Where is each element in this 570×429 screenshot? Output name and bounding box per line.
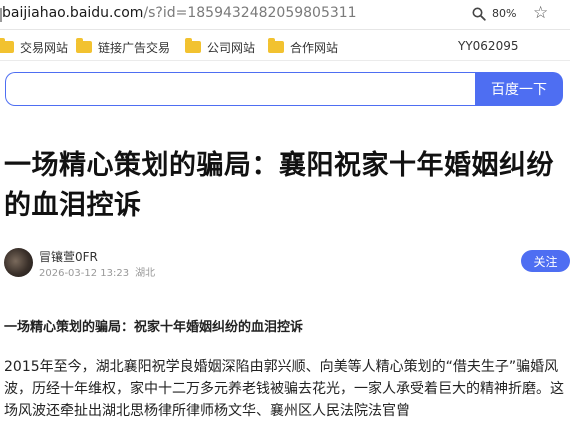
bookmark-label: 交易网站 bbox=[20, 40, 69, 55]
bookmark-label: 公司网站 bbox=[207, 40, 256, 55]
bookmark-extra[interactable]: YY062095 bbox=[458, 39, 518, 53]
article-subheading: 一场精心策划的骗局：祝家十年婚姻纠纷的血泪控诉 bbox=[4, 320, 304, 335]
bookmark-item[interactable]: 交易网站 bbox=[0, 38, 69, 55]
article-body: 2015年至今，湖北襄阳祝学良婚姻深陷由郭兴顺、向美等人精心策划的“借夫生子”骗… bbox=[4, 359, 564, 419]
article-meta: 2026-03-12 13:23 湖北 bbox=[39, 264, 155, 279]
search-input[interactable] bbox=[5, 72, 477, 106]
author-name[interactable]: 冒镶萱0FR bbox=[39, 248, 98, 265]
bookmarks-bar: 交易网站 链接广告交易 公司网站 合作网站 YY062095 bbox=[0, 31, 570, 61]
folder-icon bbox=[185, 38, 201, 53]
bookmark-label: 合作网站 bbox=[290, 40, 339, 55]
search-box: 百度一下 bbox=[5, 72, 563, 106]
article-title: 一场精心策划的骗局：襄阳祝家十年婚姻纠纷的血泪控诉 bbox=[4, 150, 554, 221]
publish-date: 2026-03-12 13:23 bbox=[39, 268, 130, 279]
bookmark-label: 链接广告交易 bbox=[98, 40, 171, 55]
star-outline-icon[interactable]: ☆ bbox=[533, 3, 548, 23]
url-text[interactable]: baijiahao.baidu.com/s?id=185943248205980… bbox=[2, 5, 357, 21]
address-bar[interactable]: baijiahao.baidu.com/s?id=185943248205980… bbox=[0, 0, 570, 30]
magnifier-icon[interactable] bbox=[472, 7, 486, 21]
publish-location: 湖北 bbox=[135, 268, 156, 279]
search-button[interactable]: 百度一下 bbox=[475, 72, 563, 106]
bookmark-item[interactable]: 合作网站 bbox=[268, 38, 339, 55]
url-host: baijiahao.baidu.com bbox=[2, 5, 144, 21]
folder-icon bbox=[76, 38, 92, 53]
bookmark-item[interactable]: 链接广告交易 bbox=[76, 38, 171, 55]
zoom-level[interactable]: 80% bbox=[492, 7, 516, 20]
folder-icon bbox=[268, 38, 284, 53]
avatar[interactable] bbox=[4, 248, 33, 277]
follow-button[interactable]: 关注 bbox=[521, 250, 570, 272]
bookmark-item[interactable]: 公司网站 bbox=[185, 38, 256, 55]
url-path: /s?id=1859432482059805311 bbox=[143, 5, 357, 21]
folder-icon bbox=[0, 38, 14, 53]
